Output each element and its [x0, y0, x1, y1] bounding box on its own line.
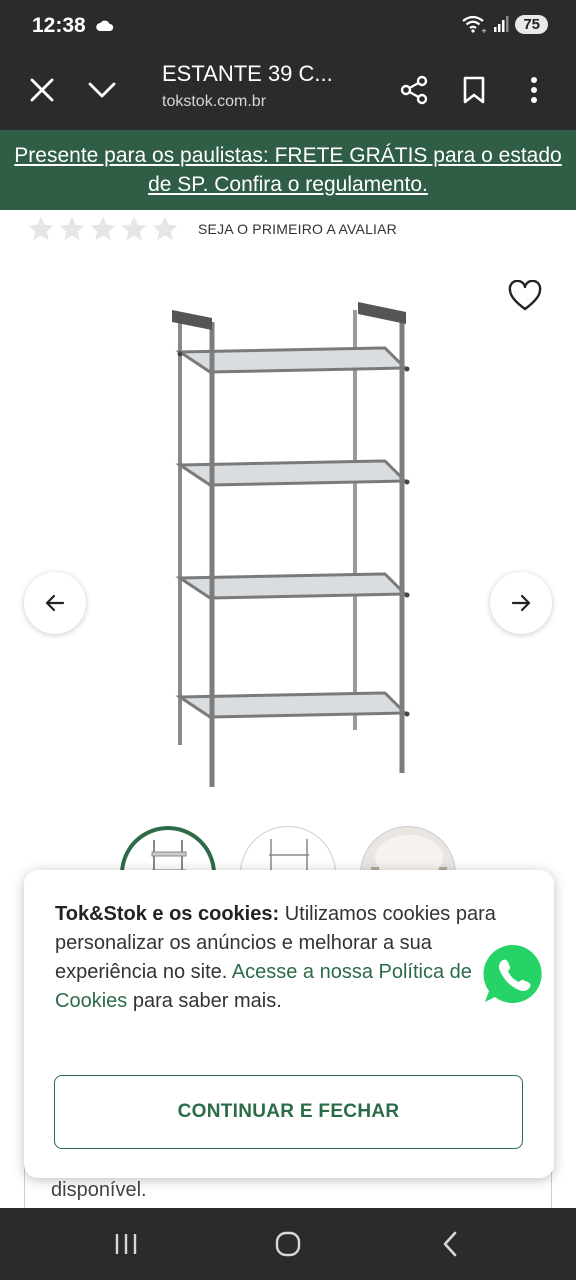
star-icon: [152, 216, 178, 241]
promo-link[interactable]: Presente para os paulistas: FRETE GRÁTIS…: [14, 141, 562, 199]
previous-image-button[interactable]: [24, 572, 86, 634]
cookie-message: Tok&Stok e os cookies: Utilizamos cookie…: [55, 900, 505, 1016]
svg-text:+: +: [481, 27, 487, 34]
cookie-title: Tok&Stok e os cookies:: [55, 903, 280, 925]
recent-apps-icon: [115, 1234, 137, 1254]
back-icon: [443, 1231, 457, 1257]
continue-and-close-button[interactable]: CONTINUAR E FECHAR: [54, 1075, 523, 1149]
product-image[interactable]: [150, 290, 430, 800]
browser-toolbar: ESTANTE 39 C... tokstok.com.br: [0, 52, 576, 130]
star-icon: [59, 216, 85, 241]
recent-apps-button[interactable]: [106, 1226, 146, 1262]
wifi-icon: +: [462, 15, 487, 34]
promo-banner[interactable]: Presente para os paulistas: FRETE GRÁTIS…: [0, 130, 576, 210]
arrow-right-icon: [511, 594, 531, 612]
home-button[interactable]: [268, 1226, 308, 1262]
rating-label[interactable]: SEJA O PRIMEIRO A AVALIAR: [198, 221, 397, 237]
rating-row[interactable]: SEJA O PRIMEIRO A AVALIAR: [26, 214, 397, 244]
close-button[interactable]: [18, 66, 66, 114]
cookie-dialog: Tok&Stok e os cookies: Utilizamos cookie…: [24, 870, 554, 1178]
rating-stars: [26, 214, 180, 244]
more-options-button[interactable]: [510, 66, 558, 114]
minimize-button[interactable]: [78, 66, 126, 114]
star-icon: [90, 216, 116, 241]
cookie-text-2: para saber mais.: [127, 990, 282, 1012]
share-button[interactable]: [390, 66, 438, 114]
heart-icon[interactable]: [508, 280, 542, 312]
whatsapp-icon[interactable]: [474, 935, 552, 1015]
status-icons: + 75: [461, 14, 548, 34]
cloud-icon: [96, 20, 114, 31]
star-icon: [28, 216, 54, 241]
home-icon: [275, 1231, 301, 1257]
availability-text: disponível.: [51, 1179, 147, 1201]
status-bar: 12:38 + 75: [0, 0, 576, 52]
chevron-down-icon: [88, 82, 116, 98]
arrow-left-icon: [45, 594, 65, 612]
close-icon: [30, 78, 54, 102]
bookmark-button[interactable]: [450, 66, 498, 114]
share-icon: [400, 75, 428, 105]
back-button[interactable]: [430, 1226, 470, 1262]
battery-icon: 75: [515, 14, 548, 34]
bookmark-icon: [463, 76, 485, 104]
next-image-button[interactable]: [490, 572, 552, 634]
star-icon: [121, 216, 147, 241]
signal-icon: [494, 16, 509, 32]
status-time: 12:38: [32, 14, 86, 37]
page-title: ESTANTE 39 C...: [162, 61, 333, 86]
page-url: tokstok.com.br: [162, 93, 267, 110]
system-nav-bar: [0, 1208, 576, 1280]
more-vert-icon: [531, 77, 537, 103]
